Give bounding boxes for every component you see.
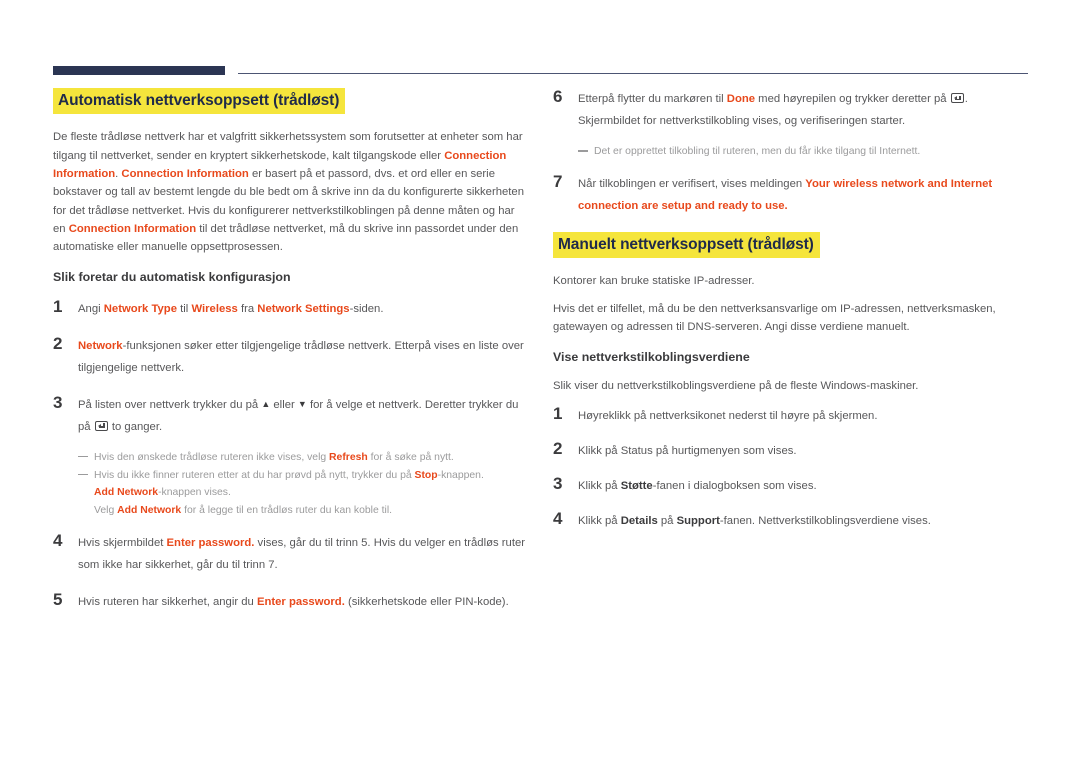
- step-text-a: Klikk på: [578, 479, 621, 492]
- step-item: 4 Hvis skjermbildet Enter password. vises…: [53, 531, 525, 576]
- right-column: 6 Etterpå flytter du markøren til Done me…: [553, 87, 1025, 545]
- step-item: 3 Klikk på Støtte-fanen i dialogboksen so…: [553, 473, 1025, 497]
- step-item: 2 Network-funksjonen søker etter tilgjeng…: [53, 333, 525, 379]
- section-heading-automatic: Automatisk nettverksoppsett (trådløst): [53, 88, 346, 115]
- term-details: Details: [620, 514, 658, 527]
- step-text-a: Når tilkoblingen er verifisert, vises me…: [578, 177, 806, 190]
- step-text-a: Klikk på: [578, 514, 621, 527]
- step-number: 4: [53, 531, 63, 551]
- term-stotte-tab: Støtte: [620, 479, 653, 492]
- manual-paragraph-2: Hvis det er tilfellet, må du be den nett…: [553, 302, 996, 333]
- term-add-network-1: Add Network: [94, 487, 159, 499]
- step-number: 3: [53, 392, 63, 412]
- term-enter-password-2: Enter password.: [256, 596, 345, 609]
- note-text-a: Velg: [94, 505, 118, 517]
- rule-line: [238, 73, 1028, 74]
- step-text-a: Hvis skjermbildet: [78, 537, 167, 550]
- step-text-d: to ganger.: [108, 420, 163, 433]
- view-values-paragraph: Slik viser du nettverkstilkoblingsverdie…: [553, 380, 919, 393]
- step-item: 3 På listen over nettverk trykker du på ▲…: [53, 392, 525, 438]
- term-support-tab: Support: [676, 514, 720, 527]
- step-text-a: På listen over nettverk trykker du på: [78, 398, 262, 411]
- step-text: Klikk på Status på hurtigmenyen som vise…: [578, 444, 797, 457]
- term-stop: Stop: [414, 469, 438, 481]
- step-text-c: til: [177, 302, 192, 315]
- step-number: 2: [553, 438, 563, 458]
- step-text-c: (sikkerhetskode eller PIN-kode).: [344, 596, 509, 609]
- step-item: 7 Når tilkoblingen er verifisert, vises m…: [553, 171, 1025, 217]
- note-group: Hvis den ønskede trådløse ruteren ikke v…: [53, 449, 525, 521]
- step-text-b: -funksjonen søker etter tilgjengelige tr…: [78, 339, 524, 374]
- step-item: 1 Høyreklikk på nettverksikonet nederst t…: [553, 403, 1025, 427]
- note-line: Hvis du ikke finner ruteren etter at du …: [78, 467, 525, 485]
- note-line: Hvis den ønskede trådløse ruteren ikke v…: [78, 449, 525, 467]
- note-line: Det er opprettet tilkobling til ruteren,…: [578, 143, 1025, 161]
- note-group: Det er opprettet tilkobling til ruteren,…: [553, 143, 1025, 161]
- step-number: 6: [553, 87, 563, 106]
- term-network-settings: Network Settings: [257, 302, 350, 315]
- arrow-down-icon: ▼: [297, 398, 307, 409]
- enter-key-icon: [94, 420, 108, 431]
- note-continuation: Add Network-knappen vises.: [78, 484, 525, 502]
- step-item: 4 Klikk på Details på Support-fanen. Nett…: [553, 508, 1025, 532]
- term-enter-password-1: Enter password.: [166, 537, 255, 550]
- intro-paragraph: De fleste trådløse nettverk har et valgf…: [53, 128, 525, 256]
- arrow-up-icon: ▲: [261, 398, 271, 409]
- step-item: 1 Angi Network Type til Wireless fra Netw…: [53, 296, 525, 320]
- note-text-b: -knappen vises.: [158, 487, 231, 499]
- step-text-c: -fanen i dialogboksen som vises.: [652, 479, 817, 492]
- term-refresh: Refresh: [329, 451, 368, 463]
- step-text-a: Angi: [78, 302, 104, 315]
- step-number: 2: [53, 333, 63, 353]
- note-text: Det er opprettet tilkobling til ruteren,…: [594, 146, 921, 158]
- section-heading-manual: Manuelt nettverksoppsett (trådløst): [553, 231, 820, 259]
- enter-key-icon: [950, 93, 964, 103]
- step-text: Høyreklikk på nettverksikonet nederst ti…: [578, 409, 878, 422]
- step-text-g: -siden.: [349, 302, 384, 315]
- step-text-a: Etterpå flytter du markøren til: [578, 93, 727, 105]
- term-add-network-2: Add Network: [117, 505, 182, 517]
- step-number: 7: [553, 171, 563, 191]
- step-text-c: på: [657, 514, 677, 527]
- term-network-type: Network Type: [103, 302, 177, 315]
- dash-bullet-icon: [78, 455, 88, 458]
- step-text-e: fra: [237, 302, 258, 315]
- term-network: Network: [78, 339, 123, 352]
- left-column: Automatisk nettverksoppsett (trådløst) D…: [53, 88, 525, 628]
- step-number: 1: [553, 403, 563, 423]
- step-text-b: eller: [270, 398, 298, 411]
- note-continuation: Velg Add Network for å legge til en tråd…: [78, 502, 525, 520]
- note-text-a: Hvis den ønskede trådløse ruteren ikke v…: [94, 451, 330, 463]
- note-text-a: Hvis du ikke finner ruteren etter at du …: [94, 469, 415, 481]
- step-number: 5: [53, 590, 63, 610]
- step-text-c: med høyrepilen og trykker deretter på: [755, 93, 950, 105]
- term-connection-information-3: Connection Information: [68, 222, 197, 235]
- step-text-a: Hvis ruteren har sikkerhet, angir du: [78, 596, 257, 609]
- note-text-c: -knappen.: [437, 469, 484, 481]
- note-text-c: for å legge til en trådløs ruter du kan …: [181, 505, 393, 517]
- step-item: 6 Etterpå flytter du markøren til Done me…: [553, 87, 1025, 132]
- term-wireless: Wireless: [191, 302, 238, 315]
- dash-bullet-icon: [578, 150, 588, 152]
- step-item: 2 Klikk på Status på hurtigmenyen som vis…: [553, 438, 1025, 462]
- term-done: Done: [726, 93, 756, 105]
- page-top-rule: [53, 64, 1028, 76]
- term-connection-information-2: Connection Information: [121, 167, 249, 180]
- step-item: 5 Hvis ruteren har sikkerhet, angir du En…: [53, 590, 525, 613]
- document-page: Automatisk nettverksoppsett (trådløst) D…: [0, 0, 1080, 763]
- step-number: 1: [53, 296, 63, 316]
- step-number: 4: [553, 508, 563, 528]
- subheading-automatic-config: Slik foretar du automatisk konfigurasjon: [53, 270, 291, 285]
- step-number: 3: [553, 473, 563, 493]
- subheading-view-values: Vise nettverkstilkoblingsverdiene: [553, 350, 750, 365]
- manual-paragraph-1: Kontorer kan bruke statiske IP-adresser.: [553, 275, 755, 288]
- step-text-e: -fanen. Nettverkstilkoblingsverdiene vis…: [719, 514, 931, 527]
- rule-bar: [53, 66, 225, 75]
- dash-bullet-icon: [78, 473, 88, 476]
- note-text-c: for å søke på nytt.: [367, 451, 454, 463]
